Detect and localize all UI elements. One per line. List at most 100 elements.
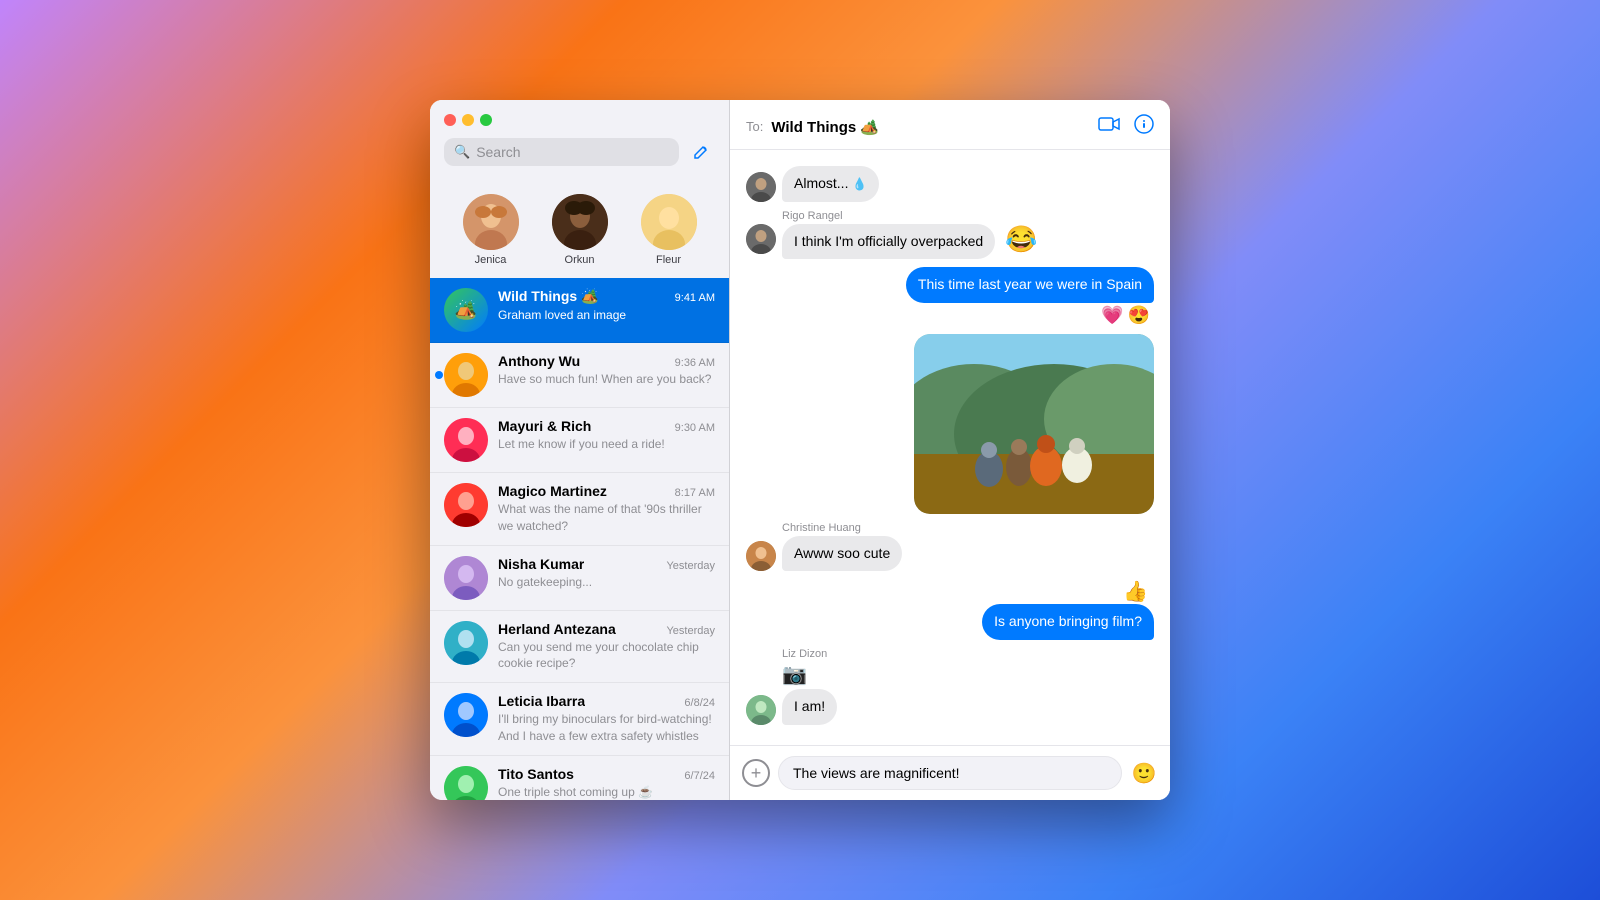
compose-button[interactable] — [687, 138, 715, 166]
add-button[interactable]: + — [742, 759, 770, 787]
message-bubble: This time last year we were in Spain — [906, 267, 1154, 303]
msg-row: Christine Huang Awww soo cute — [746, 522, 1154, 572]
sidebar: 🔍 Search — [430, 100, 730, 800]
conv-time: Yesterday — [666, 625, 715, 637]
sender-name: Liz Dizon — [782, 648, 827, 660]
conv-item-magico[interactable]: Magico Martinez 8:17 AM What was the nam… — [430, 473, 729, 546]
conv-avatar-tito — [444, 766, 488, 800]
chat-header: To: Wild Things 🏕️ — [730, 100, 1170, 150]
conv-avatar-mayuri — [444, 418, 488, 462]
conv-item-tito[interactable]: Tito Santos 6/7/24 One triple shot comin… — [430, 756, 729, 800]
video-call-icon[interactable] — [1098, 116, 1120, 137]
conv-time: Yesterday — [666, 560, 715, 572]
chat-header-actions — [1098, 114, 1154, 139]
conv-preview: One triple shot coming up ☕ — [498, 784, 715, 800]
conv-item-leticia[interactable]: Leticia Ibarra 6/8/24 I'll bring my bino… — [430, 683, 729, 756]
info-icon[interactable] — [1134, 114, 1154, 139]
msg-row: Rigo Rangel I think I'm officially overp… — [746, 210, 1154, 260]
pinned-avatar-orkun — [552, 194, 608, 250]
chat-input-area: + 🙂 — [730, 745, 1170, 800]
photo-placeholder — [914, 334, 1154, 514]
conv-preview: What was the name of that '90s thriller … — [498, 501, 715, 535]
message-input[interactable] — [778, 756, 1122, 790]
conv-item-wild-things[interactable]: 🏕️ Wild Things 🏕️ 9:41 AM Graham loved a… — [430, 278, 729, 343]
chat-panel: To: Wild Things 🏕️ — [730, 100, 1170, 800]
message-bubble: Almost... 💧 — [782, 166, 879, 202]
message-bubble: I am! — [782, 689, 837, 725]
chat-to-label: To: — [746, 119, 763, 134]
conv-avatar-wild-things: 🏕️ — [444, 288, 488, 332]
tapback-emoji: 😂 — [1005, 224, 1037, 255]
app-window: 🔍 Search — [430, 100, 1170, 800]
conv-name: Leticia Ibarra — [498, 693, 585, 709]
pinned-fleur[interactable]: Fleur — [641, 194, 697, 266]
traffic-lights — [444, 114, 715, 126]
conv-preview: I'll bring my binoculars for bird-watchi… — [498, 711, 715, 745]
msg-avatar-christine — [746, 541, 776, 571]
conv-item-mayuri[interactable]: Mayuri & Rich 9:30 AM Let me know if you… — [430, 408, 729, 473]
msg-row: Liz Dizon 📷 I am! — [746, 648, 1154, 725]
conv-item-herland[interactable]: Herland Antezana Yesterday Can you send … — [430, 611, 729, 684]
conv-name: Mayuri & Rich — [498, 418, 591, 434]
pinned-jenica[interactable]: Jenica — [463, 194, 519, 266]
conv-item-anthony[interactable]: Anthony Wu 9:36 AM Have so much fun! Whe… — [430, 343, 729, 408]
msg-avatar-liz — [746, 695, 776, 725]
tapback-above: 👍 — [1123, 579, 1148, 604]
conv-name: Nisha Kumar — [498, 556, 584, 572]
conv-avatar-magico — [444, 483, 488, 527]
conv-item-nisha[interactable]: Nisha Kumar Yesterday No gatekeeping... — [430, 546, 729, 611]
search-bar[interactable]: 🔍 Search — [444, 138, 679, 166]
msg-row: Almost... 💧 — [746, 166, 1154, 202]
maximize-button[interactable] — [480, 114, 492, 126]
photo-message — [914, 334, 1154, 514]
pinned-orkun[interactable]: Orkun — [552, 194, 608, 266]
conv-time: 9:30 AM — [675, 422, 715, 434]
msg-row-sent: This time last year we were in Spain 💗 😍 — [746, 267, 1154, 326]
conv-time: 8:17 AM — [675, 487, 715, 499]
close-button[interactable] — [444, 114, 456, 126]
pinned-avatar-jenica — [463, 194, 519, 250]
minimize-button[interactable] — [462, 114, 474, 126]
search-label: Search — [476, 144, 520, 160]
conv-preview: Graham loved an image — [498, 307, 715, 324]
conv-name: Magico Martinez — [498, 483, 607, 499]
message-bubble: I think I'm officially overpacked — [782, 224, 995, 260]
conv-time: 9:36 AM — [675, 357, 715, 369]
sender-name: Rigo Rangel — [782, 210, 843, 222]
conv-time: 9:41 AM — [675, 292, 715, 304]
conversation-list: 🏕️ Wild Things 🏕️ 9:41 AM Graham loved a… — [430, 278, 729, 800]
search-compose-row: 🔍 Search — [444, 138, 715, 166]
conv-name: Wild Things 🏕️ — [498, 288, 599, 305]
pinned-contacts: Jenica Orkun — [430, 186, 729, 278]
conv-preview: No gatekeeping... — [498, 574, 715, 591]
conv-time: 6/7/24 — [684, 770, 715, 782]
conv-preview: Have so much fun! When are you back? — [498, 371, 715, 388]
liz-tapback: 📷 — [782, 662, 807, 687]
unread-dot — [435, 371, 443, 379]
conv-body-wild-things: Wild Things 🏕️ 9:41 AM Graham loved an i… — [498, 288, 715, 324]
pinned-name-jenica: Jenica — [475, 254, 507, 266]
conv-avatar-herland — [444, 621, 488, 665]
conv-name: Herland Antezana — [498, 621, 616, 637]
reaction-row: 💗 😍 — [1101, 305, 1150, 326]
conv-name: Tito Santos — [498, 766, 574, 782]
search-icon: 🔍 — [454, 144, 470, 160]
message-bubble: Is anyone bringing film? — [982, 604, 1154, 640]
msg-row-photo — [746, 334, 1154, 514]
pinned-name-orkun: Orkun — [565, 254, 595, 266]
msg-avatar-rigo — [746, 172, 776, 202]
conv-preview: Can you send me your chocolate chip cook… — [498, 639, 715, 673]
pinned-name-fleur: Fleur — [656, 254, 681, 266]
conv-preview: Let me know if you need a ride! — [498, 436, 715, 453]
conv-time: 6/8/24 — [684, 697, 715, 709]
emoji-button[interactable]: 🙂 — [1130, 759, 1158, 787]
sidebar-header: 🔍 Search — [430, 100, 729, 186]
conv-avatar-anthony — [444, 353, 488, 397]
pinned-avatar-fleur — [641, 194, 697, 250]
conv-avatar-leticia — [444, 693, 488, 737]
chat-title: Wild Things 🏕️ — [771, 118, 879, 136]
message-bubble: Awww soo cute — [782, 536, 902, 572]
messages-area: Almost... 💧 Rigo Rangel I think I'm offi… — [730, 150, 1170, 745]
msg-row-sent: 👍 Is anyone bringing film? — [746, 579, 1154, 640]
conv-name: Anthony Wu — [498, 353, 580, 369]
